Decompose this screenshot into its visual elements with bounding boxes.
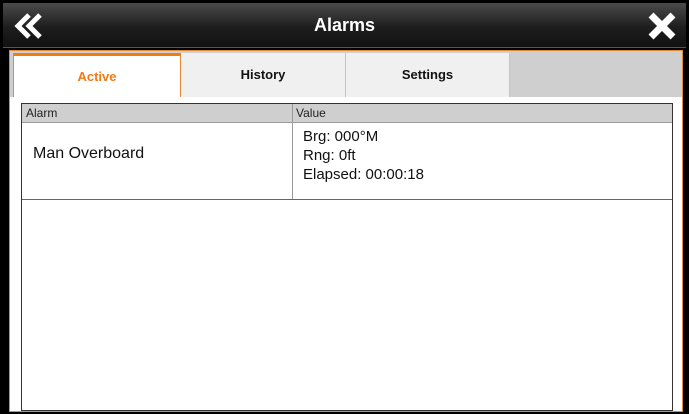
page-title: Alarms [313,15,376,35]
alarms-table: Alarm Value Man Overboard Brg: 000°M Rng… [21,103,673,411]
table-row[interactable]: Man Overboard Brg: 000°M Rng: 0ft Elapse… [22,123,672,200]
column-header-value: Value [296,106,326,120]
title-bar: Alarms [3,3,686,48]
bearing-value: Brg: 000°M [303,128,379,145]
double-chevron-left-icon [14,13,42,39]
alarm-value-cell: Brg: 000°M Rng: 0ft Elapsed: 00:00:18 [303,127,424,184]
alarm-name-cell: Man Overboard [33,145,145,162]
alarms-panel: Active History Settings Alarm Value Man … [9,50,683,412]
elapsed-value: Elapsed: 00:00:18 [303,166,424,183]
tab-settings[interactable]: Settings [346,53,510,97]
alarms-window: Alarms Active History Settings Alarm Val… [0,0,689,414]
back-button[interactable] [9,9,49,43]
close-button[interactable] [646,11,678,41]
tab-active[interactable]: Active [13,53,181,97]
tab-history[interactable]: History [181,53,346,97]
table-header: Alarm Value [22,104,672,123]
column-header-alarm: Alarm [26,106,58,120]
tab-bar: Active History Settings [10,51,682,97]
close-icon [648,12,676,40]
range-value: Rng: 0ft [303,147,356,164]
